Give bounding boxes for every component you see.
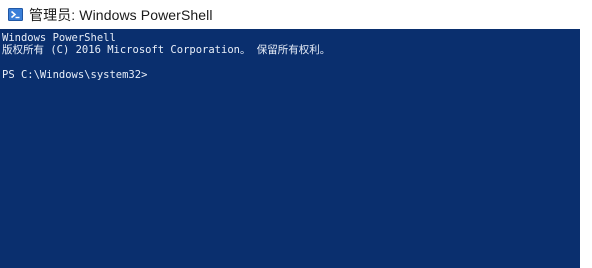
console-line: 版权所有 (C) 2016 Microsoft Corporation。 保留所… — [2, 44, 331, 56]
console-line: Windows PowerShell — [2, 32, 116, 44]
scrollbar[interactable] — [580, 29, 592, 268]
window-title: 管理员: Windows PowerShell — [29, 6, 213, 23]
powershell-icon — [8, 7, 23, 22]
console-output[interactable]: Windows PowerShell 版权所有 (C) 2016 Microso… — [0, 29, 580, 268]
powershell-window: 管理员: Windows PowerShell Windows PowerShe… — [0, 0, 592, 268]
title-bar[interactable]: 管理员: Windows PowerShell — [0, 0, 592, 29]
console-prompt[interactable]: PS C:\Windows\system32> — [2, 69, 580, 81]
